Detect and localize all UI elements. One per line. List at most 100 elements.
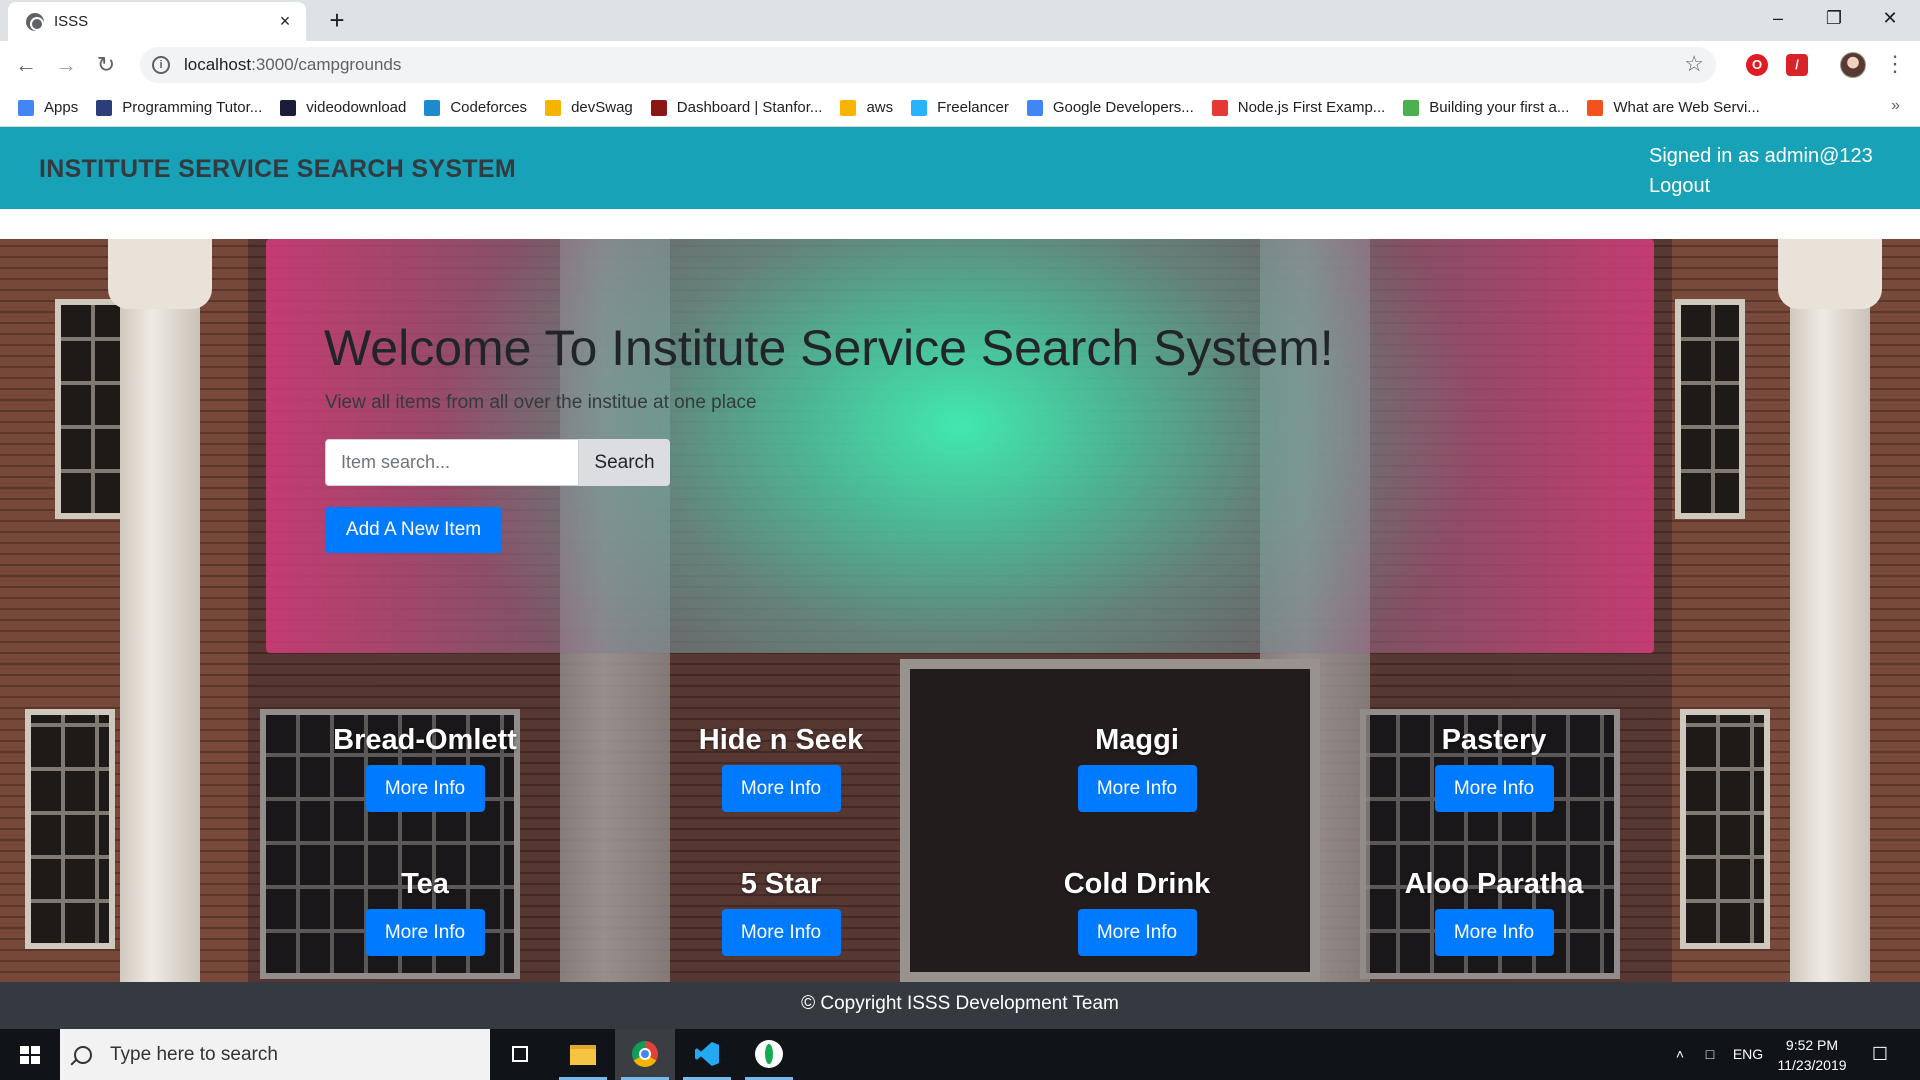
bookmark-item[interactable]: Apps [18, 99, 78, 116]
restore-icon[interactable]: ❐ [1806, 0, 1862, 38]
bookmark-item[interactable]: Google Developers... [1026, 99, 1194, 116]
bookmark-item[interactable]: Dashboard | Stanfor... [650, 99, 823, 116]
site-footer: © Copyright ISSS Development Team [0, 982, 1920, 1029]
bookmark-label: Programming Tutor... [122, 99, 263, 116]
file-explorer-icon[interactable] [553, 1029, 613, 1080]
notifications-icon[interactable]: ☐ [1860, 1029, 1900, 1080]
search-icon [74, 1045, 92, 1064]
network-icon[interactable]: □ [1696, 1029, 1724, 1080]
bookmark-label: devSwag [571, 99, 633, 116]
site-brand[interactable]: INSTITUTE SERVICE SEARCH SYSTEM [39, 155, 516, 184]
triangle-icon [1211, 99, 1228, 116]
more-info-button[interactable]: More Info [365, 909, 485, 956]
browser-tab-strip: ISSS × + – ❐ ✕ [0, 0, 1920, 41]
bird-icon [911, 99, 928, 116]
bookmark-item[interactable]: videodownload [280, 99, 406, 116]
bookmark-star-icon[interactable]: ☆ [1684, 51, 1704, 77]
clock-time: 9:52 PM [1785, 1037, 1839, 1053]
cube-icon [840, 99, 857, 116]
bookmark-label: What are Web Servi... [1613, 99, 1760, 116]
logout-link[interactable]: Logout [1649, 171, 1873, 201]
more-info-button[interactable]: More Info [721, 909, 841, 956]
pdf-extension-icon[interactable]: / [1786, 54, 1808, 76]
bookmark-label: Node.js First Examp... [1237, 99, 1386, 116]
item-card: Tea More Info [265, 868, 585, 956]
back-icon[interactable]: ← [10, 49, 42, 81]
item-card: Aloo Paratha More Info [1334, 868, 1654, 956]
item-name: Cold Drink [1063, 868, 1211, 900]
close-tab-icon[interactable]: × [274, 11, 296, 32]
bookmark-item[interactable]: Node.js First Examp... [1211, 99, 1386, 116]
bookmark-label: Google Developers... [1052, 99, 1194, 116]
clock[interactable]: 9:52 PM 11/23/2019 [1762, 1035, 1862, 1075]
task-view-icon[interactable] [490, 1029, 550, 1080]
circle-g-icon [1587, 99, 1604, 116]
bookmark-item[interactable]: What are Web Servi... [1587, 99, 1760, 116]
signed-in-text[interactable]: Signed in as admin@123 [1649, 141, 1873, 171]
bookmark-item[interactable]: Codeforces [424, 99, 527, 116]
q-icon [280, 99, 297, 116]
add-new-item-button[interactable]: Add A New Item [325, 507, 502, 553]
reload-icon[interactable]: ↻ [90, 49, 122, 81]
info-icon[interactable]: i [152, 56, 170, 74]
more-info-button[interactable]: More Info [1077, 765, 1197, 812]
opera-extension-icon[interactable]: O [1746, 54, 1768, 76]
vscode-icon[interactable] [677, 1029, 737, 1080]
item-card: 5 Star More Info [621, 868, 941, 956]
bookmark-label: Dashboard | Stanfor... [676, 99, 823, 116]
url-path: :3000/campgrounds [251, 55, 402, 74]
bookmark-item[interactable]: Freelancer [911, 99, 1009, 116]
page-title: Welcome To Institute Service Search Syst… [324, 320, 1334, 376]
window-close-icon[interactable]: ✕ [1862, 0, 1918, 38]
url-host: localhost [184, 55, 252, 74]
mongodb-icon[interactable] [739, 1029, 799, 1080]
new-tab-button[interactable]: + [318, 5, 356, 37]
clock-date: 11/23/2019 [1777, 1057, 1847, 1073]
bookmark-item[interactable]: aws [840, 99, 893, 116]
show-hidden-icons[interactable]: ˄ [1668, 1029, 1692, 1080]
dollar-icon [650, 99, 667, 116]
bookmark-label: aws [866, 99, 894, 116]
more-info-button[interactable]: More Info [365, 765, 485, 812]
search-form: Search [325, 439, 670, 486]
minimize-icon[interactable]: – [1750, 0, 1806, 38]
item-card: Pastery More Info [1334, 724, 1654, 812]
more-info-button[interactable]: More Info [721, 765, 841, 812]
page-subtitle: View all items from all over the institu… [325, 392, 757, 413]
item-card: Cold Drink More Info [977, 868, 1297, 956]
bookmark-label: Building your first a... [1429, 99, 1570, 116]
taskbar-search-placeholder: Type here to search [110, 1043, 278, 1065]
browser-toolbar: ← → ↻ i localhost:3000/campgrounds ☆ O /… [0, 41, 1920, 89]
sunglasses-icon [545, 99, 562, 116]
bookmark-label: videodownload [306, 99, 407, 116]
search-button[interactable]: Search [579, 439, 670, 486]
browser-tab[interactable]: ISSS × [8, 2, 306, 41]
site-navbar: INSTITUTE SERVICE SEARCH SYSTEM Signed i… [0, 127, 1920, 209]
footer-copyright: © Copyright ISSS Development Team [801, 993, 1119, 1014]
leaf-icon [1403, 99, 1420, 116]
bookmarks-bar: Apps Programming Tutor... videodownload Cod… [0, 89, 1920, 127]
bookmark-item[interactable]: Programming Tutor... [96, 99, 262, 116]
bookmarks-overflow-icon[interactable]: » [1891, 97, 1900, 115]
start-button[interactable] [0, 1029, 60, 1080]
more-info-button[interactable]: More Info [1434, 909, 1554, 956]
more-info-button[interactable]: More Info [1077, 909, 1197, 956]
item-card: Bread-Omlett More Info [265, 724, 585, 812]
more-info-button[interactable]: More Info [1434, 765, 1554, 812]
chrome-icon[interactable] [615, 1029, 675, 1080]
bookmark-label: Apps [44, 99, 79, 116]
h-icon [96, 99, 113, 116]
forward-icon[interactable]: → [50, 49, 82, 81]
globe-icon [26, 12, 44, 31]
item-name: Bread-Omlett [333, 724, 517, 756]
bar-chart-icon [424, 99, 441, 116]
address-bar[interactable]: i localhost:3000/campgrounds ☆ [140, 47, 1716, 83]
bookmark-item[interactable]: Building your first a... [1403, 99, 1569, 116]
browser-menu-icon[interactable]: ⋮ [1884, 51, 1906, 77]
bookmark-item[interactable]: devSwag [545, 99, 633, 116]
item-name: Hide n Seek [698, 724, 864, 756]
user-menu: Signed in as admin@123 Logout [1649, 141, 1873, 201]
search-input[interactable] [325, 439, 579, 486]
taskbar-search[interactable]: Type here to search [60, 1029, 490, 1080]
profile-avatar[interactable] [1840, 52, 1866, 78]
